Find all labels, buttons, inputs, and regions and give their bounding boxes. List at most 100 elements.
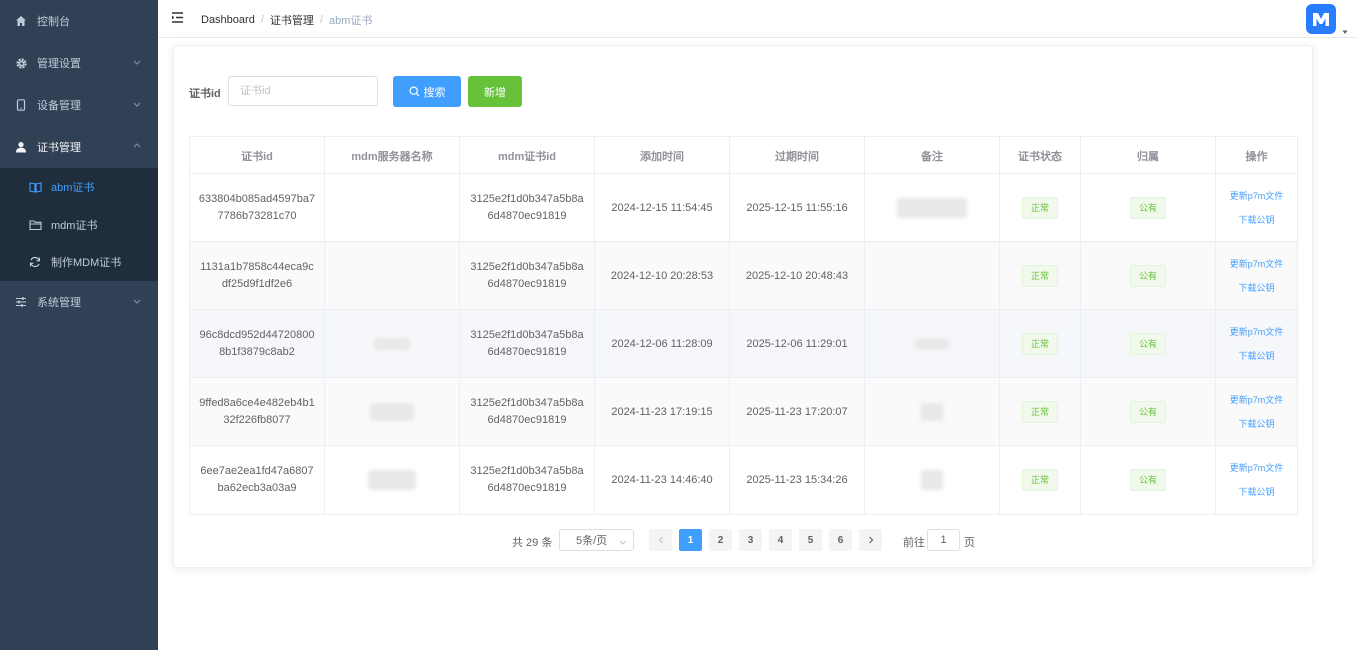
redacted-server-name <box>374 338 410 350</box>
cert-id-cell: 9ffed8a6ce4e482eb4b132f226fb8077 <box>190 378 325 446</box>
column-header: mdm证书id <box>460 137 595 174</box>
owner-badge: 公有 <box>1129 469 1166 491</box>
page-button[interactable]: 1 <box>679 529 702 551</box>
search-icon <box>408 86 420 97</box>
owner-cell: 公有 <box>1081 242 1216 310</box>
sidebar-item-label: 控制台 <box>37 16 70 28</box>
table-row: 1131a1b7858c44eca9cdf25d9f1df2e6 3125e2f… <box>190 242 1297 310</box>
sidebar-item-abm-cert[interactable]: abm证书 <box>0 168 158 205</box>
home-icon <box>14 14 28 28</box>
table-row: 96c8dcd952d447208008b1f3879c8ab2 3125e2f… <box>190 310 1297 378</box>
update-p7m-link[interactable]: 更新p7m文件 <box>1230 190 1284 202</box>
search-button[interactable]: 搜索 <box>393 76 461 107</box>
server-name-cell <box>325 378 460 446</box>
sidebar-item-mdm-cert[interactable]: mdm证书 <box>0 206 158 243</box>
breadcrumb-cert-management[interactable]: 证书管理 <box>270 12 314 28</box>
phone-icon <box>14 98 28 112</box>
column-header: 操作 <box>1245 150 1268 163</box>
chevron-down-icon <box>132 57 142 67</box>
download-public-key-link[interactable]: 下载公钥 <box>1238 418 1274 430</box>
sidebar-item-admin-settings[interactable]: 管理设置 <box>0 42 158 84</box>
owner-cell: 公有 <box>1081 378 1216 446</box>
update-p7m-link[interactable]: 更新p7m文件 <box>1230 394 1284 406</box>
page-button[interactable]: 6 <box>829 529 852 551</box>
sidebar-item-label: 证书管理 <box>37 142 81 154</box>
goto-label: 前往 <box>903 537 925 549</box>
hamburger-icon[interactable] <box>171 11 184 24</box>
content-card: 证书id 搜索 新增 证书id mdm服务器名称 mdm证书id 添加时间 过期… <box>173 45 1313 568</box>
status-cell: 正常 <box>1000 378 1081 446</box>
status-badge: 正常 <box>1021 265 1058 287</box>
download-public-key-link[interactable]: 下载公钥 <box>1238 282 1274 294</box>
sidebar-item-dashboard[interactable]: 控制台 <box>0 0 158 42</box>
page-button[interactable]: 3 <box>739 529 762 551</box>
added-time-cell: 2024-12-10 20:28:53 <box>595 242 730 310</box>
page-size-select[interactable]: 5条/页 <box>559 529 634 551</box>
chevron-down-icon <box>132 99 142 109</box>
status-cell: 正常 <box>1000 174 1081 242</box>
add-button[interactable]: 新增 <box>468 76 522 107</box>
prev-page-button[interactable] <box>649 529 672 551</box>
update-p7m-link[interactable]: 更新p7m文件 <box>1230 326 1284 338</box>
expire-time-cell: 2025-12-10 20:48:43 <box>730 242 865 310</box>
cert-id-cell: 633804b085ad4597ba77786b73281c70 <box>190 174 325 242</box>
page-button[interactable]: 4 <box>769 529 792 551</box>
download-public-key-link[interactable]: 下载公钥 <box>1238 214 1274 226</box>
added-time-cell: 2024-11-23 14:46:40 <box>595 446 730 514</box>
page-button[interactable]: 2 <box>709 529 732 551</box>
redacted-note <box>921 470 943 490</box>
sliders-icon <box>14 295 28 309</box>
folder-icon <box>28 218 42 232</box>
logo-icon <box>1313 13 1329 26</box>
actions-cell: 更新p7m文件 下载公钥 <box>1216 378 1297 446</box>
cert-id-cell: 96c8dcd952d447208008b1f3879c8ab2 <box>190 310 325 378</box>
column-header: 归属 <box>1081 137 1216 174</box>
cert-id-search-input[interactable] <box>228 76 378 106</box>
column-header: mdm服务器名称 <box>325 137 460 174</box>
update-p7m-link[interactable]: 更新p7m文件 <box>1230 258 1284 270</box>
table-row: 9ffed8a6ce4e482eb4b132f226fb8077 3125e2f… <box>190 378 1297 446</box>
goto-page-input[interactable] <box>927 529 960 551</box>
download-public-key-link[interactable]: 下载公钥 <box>1238 350 1274 362</box>
chevron-right-icon <box>868 536 873 544</box>
breadcrumb-dashboard[interactable]: Dashboard <box>201 14 255 26</box>
redacted-server-name <box>370 403 414 421</box>
user-icon <box>14 140 28 154</box>
sidebar-item-label: 管理设置 <box>37 58 81 70</box>
mdm-cert-id-cell: 3125e2f1d0b347a5b8a6d4870ec91819 <box>460 242 595 310</box>
sidebar-item-device-management[interactable]: 设备管理 <box>0 84 158 126</box>
server-name-cell <box>325 310 460 378</box>
add-button-label: 新增 <box>484 86 506 99</box>
gear-icon <box>14 56 28 70</box>
download-public-key-link[interactable]: 下载公钥 <box>1238 486 1274 498</box>
redacted-note <box>915 338 949 350</box>
avatar[interactable] <box>1306 4 1336 34</box>
next-page-button[interactable] <box>859 529 882 551</box>
page-button[interactable]: 5 <box>799 529 822 551</box>
sidebar-item-make-mdm-cert[interactable]: 制作MDM证书 <box>0 243 158 280</box>
column-header: 添加时间 <box>595 137 730 174</box>
status-cell: 正常 <box>1000 310 1081 378</box>
note-cell <box>865 310 1000 378</box>
owner-badge: 公有 <box>1129 333 1166 355</box>
refresh-icon <box>28 255 42 269</box>
sidebar-item-system-management[interactable]: 系统管理 <box>0 281 158 323</box>
update-p7m-link[interactable]: 更新p7m文件 <box>1230 462 1284 474</box>
owner-badge: 公有 <box>1129 265 1166 287</box>
server-name-cell <box>325 174 460 242</box>
note-cell <box>865 446 1000 514</box>
page-unit-label: 页 <box>964 537 975 549</box>
sidebar-item-cert-management[interactable]: 证书管理 <box>0 126 158 168</box>
actions-cell: 更新p7m文件 下载公钥 <box>1216 174 1297 242</box>
sidebar-item-label: abm证书 <box>51 181 95 194</box>
added-time-cell: 2024-11-23 17:19:15 <box>595 378 730 446</box>
note-cell <box>865 378 1000 446</box>
redacted-note <box>921 403 943 421</box>
sidebar: 控制台 管理设置 设备管理 证书管理 abm证书 mdm证书 制作MDM证书 系… <box>0 0 158 650</box>
added-time-cell: 2024-12-06 11:28:09 <box>595 310 730 378</box>
sidebar-item-label: 设备管理 <box>37 100 81 112</box>
chevron-down-icon <box>619 537 627 545</box>
caret-down-icon[interactable] <box>1342 22 1348 34</box>
top-navbar: Dashboard / 证书管理 / abm证书 <box>158 0 1358 38</box>
owner-cell: 公有 <box>1081 446 1216 514</box>
